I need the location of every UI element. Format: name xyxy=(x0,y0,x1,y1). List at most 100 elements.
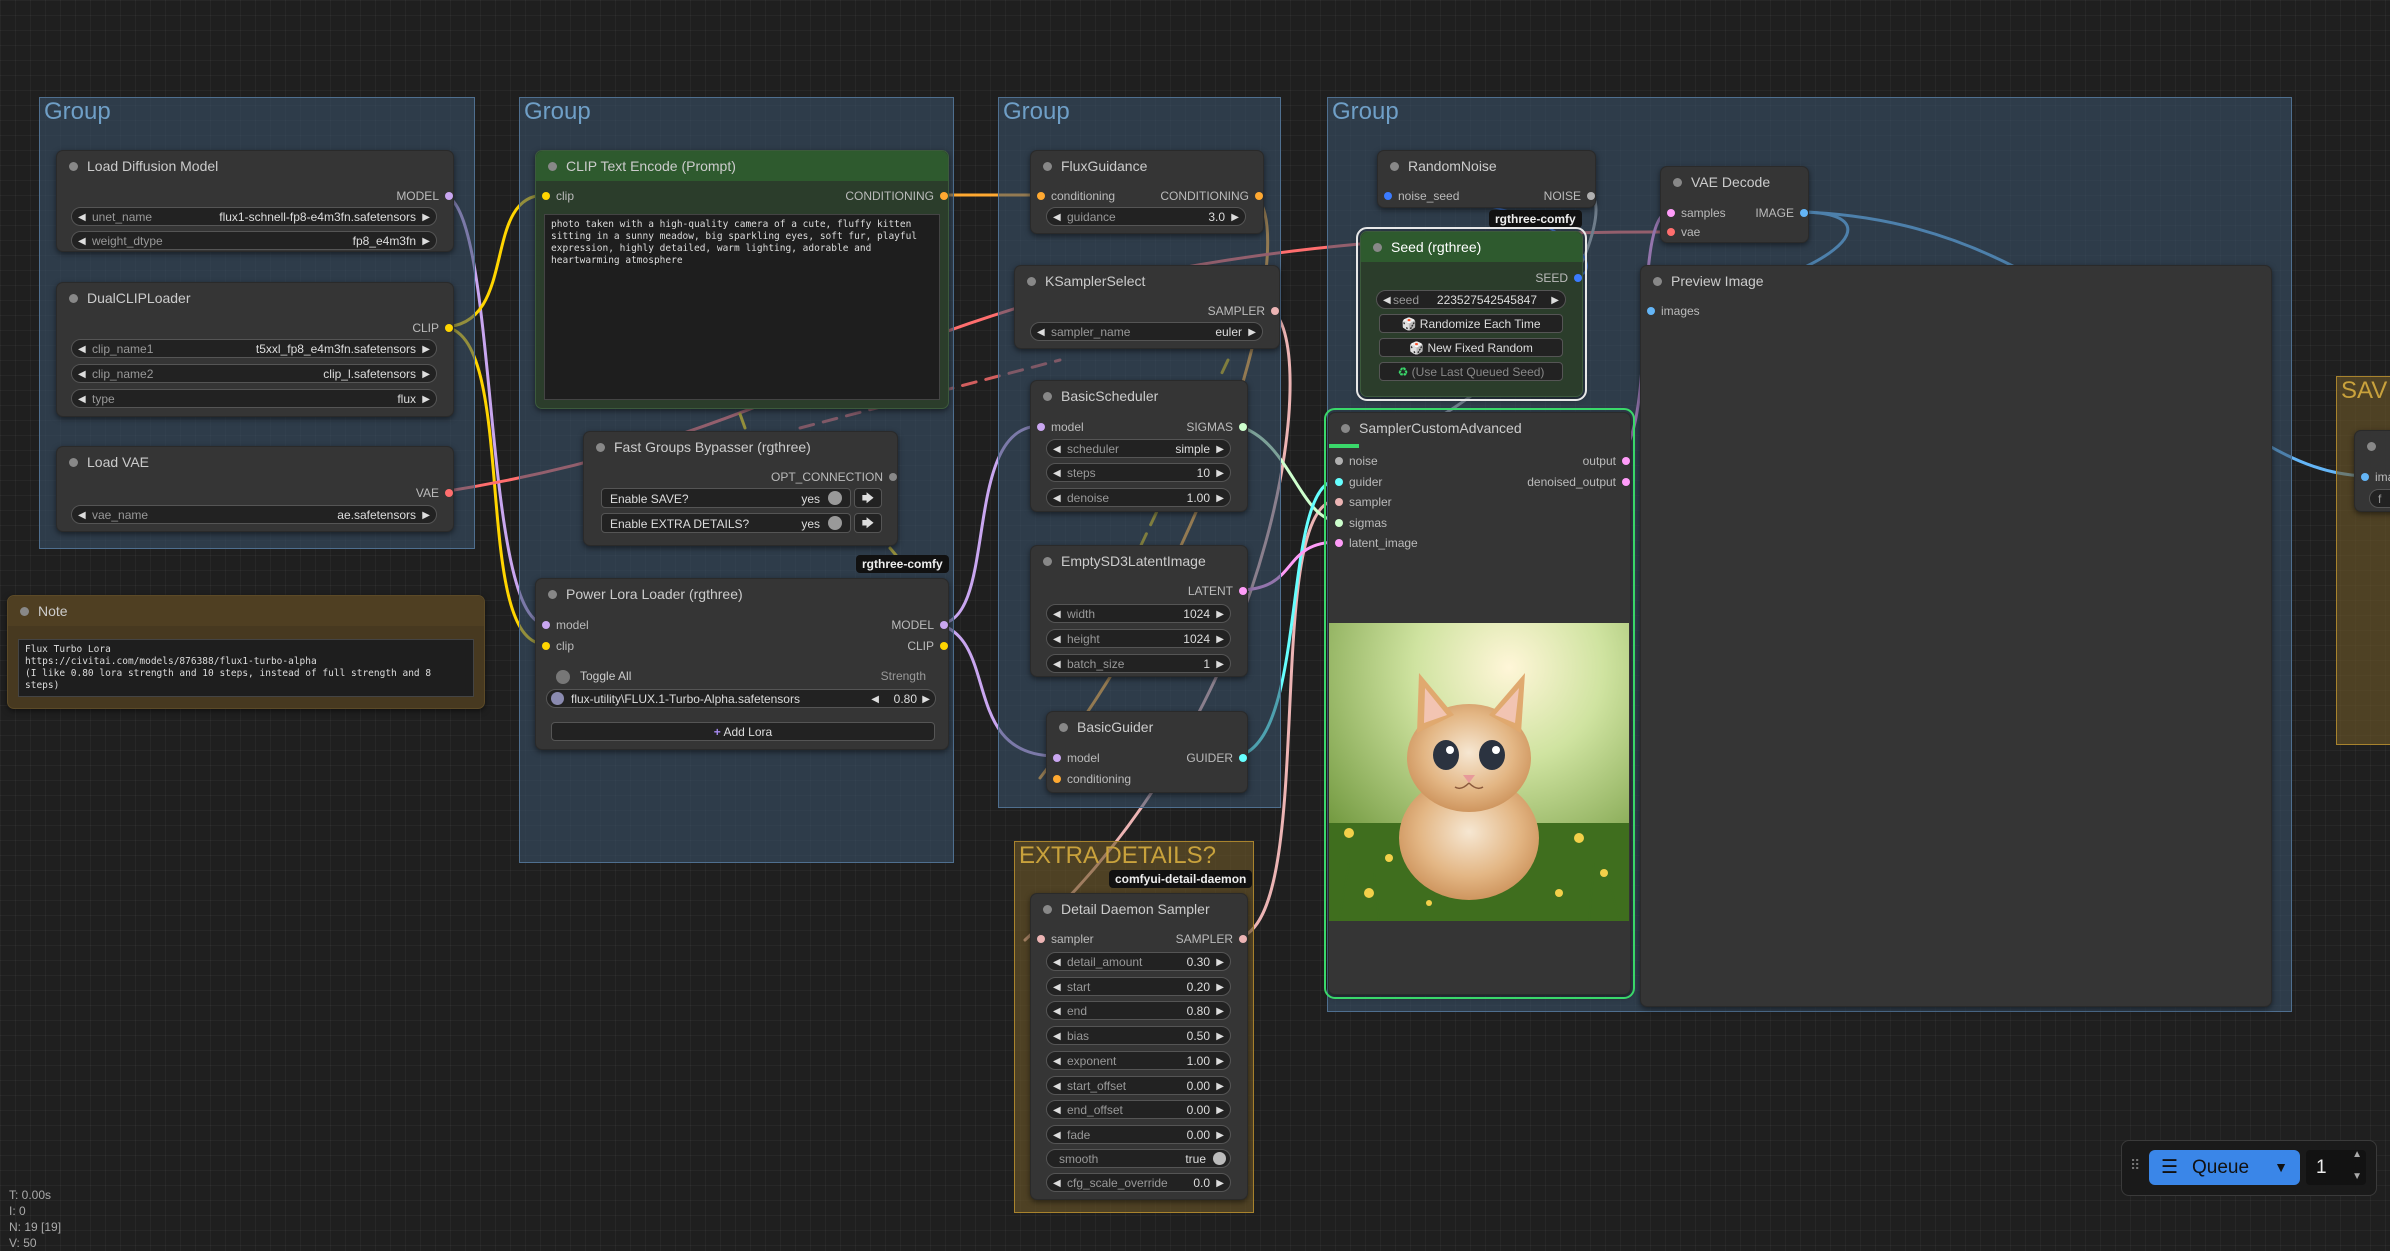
arrow-right-icon[interactable]: ▶ xyxy=(1216,440,1224,459)
arrow-left-icon[interactable]: ◀ xyxy=(1053,605,1061,624)
slot-pin-icon[interactable] xyxy=(1622,457,1630,465)
input-model[interactable]: model xyxy=(1053,750,1100,766)
node-load-diffusion-model[interactable]: Load Diffusion Model MODEL ◀ unet_name flu… xyxy=(56,150,454,252)
toggle-enable-extra-details[interactable]: Enable EXTRA DETAILS? yes xyxy=(601,513,851,533)
slot-pin-icon[interactable] xyxy=(1335,478,1343,486)
collapse-dot-icon[interactable] xyxy=(1341,424,1350,433)
collapse-dot-icon[interactable] xyxy=(548,590,557,599)
node-sampler-custom-advanced[interactable]: SamplerCustomAdvanced noise guider sampl… xyxy=(1324,408,1635,999)
arrow-left-icon[interactable]: ◀ xyxy=(1053,1052,1061,1071)
slot-pin-icon[interactable] xyxy=(1053,775,1061,783)
slot-pin-icon[interactable] xyxy=(542,621,550,629)
collapse-dot-icon[interactable] xyxy=(20,607,29,616)
arrow-left-icon[interactable]: ◀ xyxy=(1037,323,1045,342)
input-clip[interactable]: clip xyxy=(542,188,574,204)
arrow-left-icon[interactable]: ◀ xyxy=(1383,291,1391,310)
combo-type[interactable]: ◀ type flux ▶ xyxy=(71,389,437,408)
increment-icon[interactable]: ▲ xyxy=(2352,1149,2362,1160)
arrow-right-icon[interactable]: ▶ xyxy=(1551,291,1559,310)
arrow-right-icon[interactable]: ▶ xyxy=(1216,655,1224,674)
number-exponent[interactable]: ◀ exponent 1.00 ▶ xyxy=(1046,1050,1231,1071)
arrow-left-icon[interactable]: ◀ xyxy=(1053,1027,1061,1046)
input-vae[interactable]: vae xyxy=(1667,224,1700,240)
output-noise[interactable]: NOISE xyxy=(1544,188,1595,204)
arrow-right-icon[interactable]: ▶ xyxy=(1216,1174,1224,1193)
arrow-left-icon[interactable]: ◀ xyxy=(78,506,86,525)
node-seed-rgthree[interactable]: Seed (rgthree) SEED ◀ seed 223527542545847… xyxy=(1356,227,1587,401)
input-images[interactable]: ima xyxy=(2361,469,2390,485)
goto-extra-details-button[interactable]: 🡆 xyxy=(854,513,882,533)
arrow-right-icon[interactable]: ▶ xyxy=(1216,630,1224,649)
drag-handle-icon[interactable]: ⠿ xyxy=(2130,1157,2140,1174)
arrow-right-icon[interactable]: ▶ xyxy=(422,232,430,251)
prompt-textarea[interactable]: photo taken with a high-quality camera o… xyxy=(544,214,940,400)
arrow-right-icon[interactable]: ▶ xyxy=(1216,464,1224,483)
node-save-image[interactable]: ima f xyxy=(2354,430,2390,512)
toggle-knob-icon[interactable] xyxy=(828,516,842,530)
node-fast-groups-bypasser[interactable]: Fast Groups Bypasser (rgthree) OPT_CONNE… xyxy=(583,431,898,546)
slot-pin-icon[interactable] xyxy=(940,621,948,629)
output-opt-connection[interactable]: OPT_CONNECTION xyxy=(771,469,897,485)
arrow-right-icon[interactable]: ▶ xyxy=(1216,1052,1224,1071)
node-empty-sd3-latent-image[interactable]: EmptySD3LatentImage LATENT ◀ width 1024 ▶ ◀… xyxy=(1030,545,1248,677)
arrow-right-icon[interactable]: ▶ xyxy=(1216,1002,1224,1021)
node-vae-decode[interactable]: VAE Decode samples vae IMAGE xyxy=(1660,166,1809,243)
output-clip[interactable]: CLIP xyxy=(412,320,453,336)
new-fixed-random-button[interactable]: 🎲 New Fixed Random xyxy=(1379,338,1563,357)
note-text[interactable]: Flux Turbo Lora https://civitai.com/mode… xyxy=(18,639,474,697)
arrow-right-icon[interactable]: ▶ xyxy=(422,506,430,525)
combo-clip-name1[interactable]: ◀ clip_name1 t5xxl_fp8_e4m3fn.safetensors ▶ xyxy=(71,339,437,358)
slot-pin-icon[interactable] xyxy=(1037,192,1045,200)
arrow-left-icon[interactable]: ◀ xyxy=(1053,440,1061,459)
arrow-right-icon[interactable]: ▶ xyxy=(1248,323,1256,342)
output-output[interactable]: output xyxy=(1583,453,1630,469)
arrow-right-icon[interactable]: ▶ xyxy=(1216,1077,1224,1096)
toggle-all-icon[interactable] xyxy=(556,670,570,684)
toggle-enable-save[interactable]: Enable SAVE? yes xyxy=(601,488,851,508)
arrow-right-icon[interactable]: ▶ xyxy=(1231,208,1239,227)
input-samples[interactable]: samples xyxy=(1667,205,1726,221)
collapse-dot-icon[interactable] xyxy=(1059,723,1068,732)
queue-button[interactable]: ☰ Queue ▼ xyxy=(2149,1150,2300,1185)
arrow-left-icon[interactable]: ◀ xyxy=(78,390,86,409)
slot-pin-icon[interactable] xyxy=(1667,228,1675,236)
input-clip[interactable]: clip xyxy=(542,638,574,654)
slot-pin-icon[interactable] xyxy=(1239,423,1247,431)
slot-pin-icon[interactable] xyxy=(1335,519,1343,527)
number-start-offset[interactable]: ◀ start_offset 0.00 ▶ xyxy=(1046,1075,1231,1096)
lora-name[interactable]: flux-utility\FLUX.1-Turbo-Alpha.safetens… xyxy=(571,690,800,709)
slot-pin-icon[interactable] xyxy=(542,642,550,650)
collapse-dot-icon[interactable] xyxy=(1673,178,1682,187)
output-clip[interactable]: CLIP xyxy=(907,638,948,654)
output-conditioning[interactable]: CONDITIONING xyxy=(845,188,948,204)
arrow-left-icon[interactable]: ◀ xyxy=(78,232,86,251)
arrow-left-icon[interactable]: ◀ xyxy=(1053,489,1061,508)
node-load-vae[interactable]: Load VAE VAE ◀ vae_name ae.safetensors ▶ xyxy=(56,446,454,532)
number-bias[interactable]: ◀ bias 0.50 ▶ xyxy=(1046,1026,1231,1046)
node-preview-image[interactable]: Preview Image images xyxy=(1640,265,2272,1007)
arrow-left-icon[interactable]: ◀ xyxy=(78,340,86,359)
lora-strength-value[interactable]: 0.80 xyxy=(894,690,917,709)
arrow-left-icon[interactable]: ◀ xyxy=(1053,630,1061,649)
input-sampler[interactable]: sampler xyxy=(1037,931,1094,947)
number-start[interactable]: ◀ start 0.20 ▶ xyxy=(1046,976,1231,996)
arrow-right-icon[interactable]: ▶ xyxy=(922,690,930,709)
output-sigmas[interactable]: SIGMAS xyxy=(1186,419,1247,435)
combo-sampler-name[interactable]: ◀ sampler_name euler ▶ xyxy=(1030,322,1263,341)
slot-pin-icon[interactable] xyxy=(1239,935,1247,943)
input-conditioning[interactable]: conditioning xyxy=(1037,188,1115,204)
input-conditioning[interactable]: conditioning xyxy=(1053,771,1131,787)
input-model[interactable]: model xyxy=(542,617,589,633)
lora-toggle-icon[interactable] xyxy=(551,692,564,705)
lora-row[interactable]: flux-utility\FLUX.1-Turbo-Alpha.safetens… xyxy=(546,689,936,708)
collapse-dot-icon[interactable] xyxy=(1043,162,1052,171)
arrow-right-icon[interactable]: ▶ xyxy=(1216,1027,1224,1046)
arrow-right-icon[interactable]: ▶ xyxy=(1216,489,1224,508)
input-sampler[interactable]: sampler xyxy=(1335,494,1392,510)
number-denoise[interactable]: ◀ denoise 1.00 ▶ xyxy=(1046,488,1231,507)
arrow-left-icon[interactable]: ◀ xyxy=(78,365,86,384)
number-seed[interactable]: ◀ seed 223527542545847 ▶ xyxy=(1376,290,1566,309)
node-dualcliploader[interactable]: DualCLIPLoader CLIP ◀ clip_name1 t5xxl_fp8… xyxy=(56,282,454,417)
slot-pin-icon[interactable] xyxy=(1335,539,1343,547)
collapse-dot-icon[interactable] xyxy=(1027,277,1036,286)
